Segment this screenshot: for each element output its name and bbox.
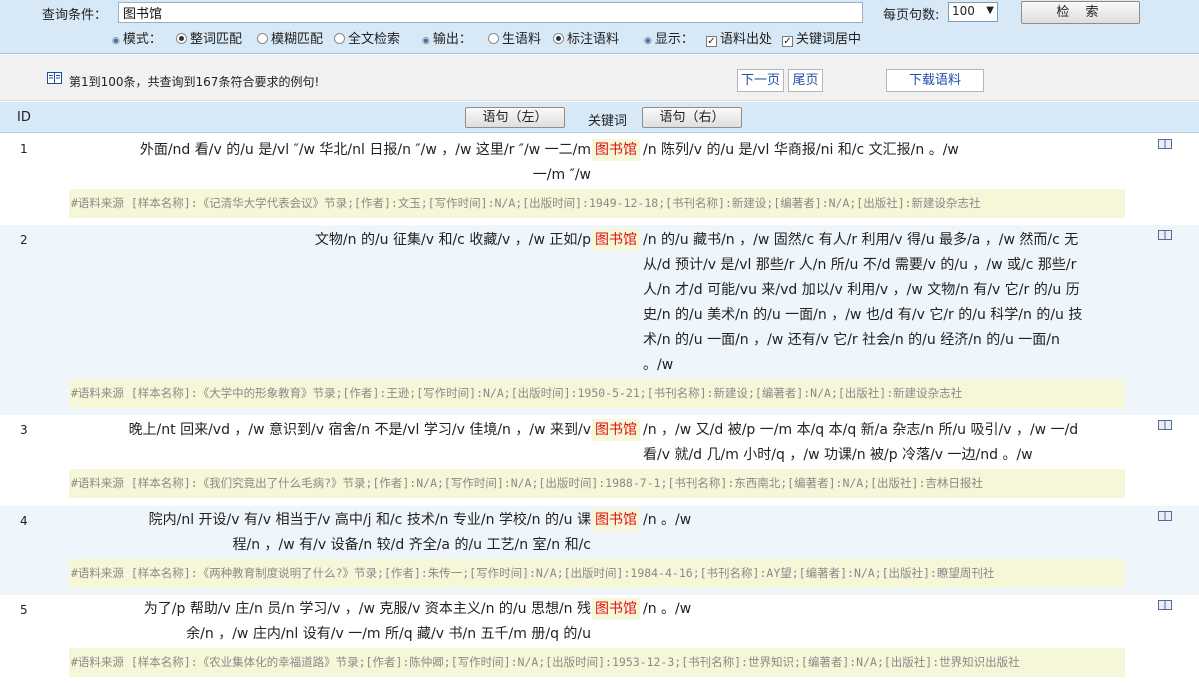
book-icon[interactable] [1158,419,1172,431]
source-info: #语料来源 [样本名称]:《两种教育制度说明了什么?》节录;[作者]:朱传一;[… [69,559,1125,588]
source-info: #语料来源 [样本名称]:《农业集体化的幸福道路》节录;[作者]:陈仲卿;[写作… [69,648,1125,677]
left-context-continuation: 一/m ″/w [532,167,591,183]
book-icon [47,72,62,84]
per-page-value: 100 [952,4,975,18]
right-context: /n 陈列/v 的/u 是/vl 华商报/ni 和/c 文汇报/n 。/w [643,138,959,163]
checkbox-icon[interactable]: ✓ [782,36,793,47]
left-context-line2: 程/n ，/w 有/v 设备/n 较/d 齐全/a 的/u 工艺/n 室/n 和… [232,537,591,553]
column-header-keyword: 关键词 [588,114,628,129]
right-context-line: 从/d 预计/v 是/vl 那些/r 人/n 所/u 不/d 需要/v 的/u … [643,257,1077,273]
left-context: 外面/nd 看/v 的/u 是/vl ″/w 华北/nl 日报/n ″/w ，/… [139,142,591,158]
display-option-source[interactable]: ✓ 语料出处 [706,28,772,47]
radio-icon[interactable] [257,33,268,44]
left-context: 文物/n 的/u 征集/v 和/c 收藏/v ，/w 正如/p [314,232,591,248]
right-context: /n 。/w [643,597,691,622]
right-context-line: 史/n 的/u 美术/n 的/u 一面/n ，/w 也/d 有/v 它/r 的/… [643,307,1083,323]
bullet-icon: ◉ [422,36,430,46]
display-option-center[interactable]: ✓ 关键词居中 [782,28,861,47]
radio-icon[interactable] [488,33,499,44]
keyword-highlight: 图书馆 [592,139,640,161]
keyword-highlight: 图书馆 [592,229,640,251]
sort-right-context-button[interactable]: 语句（右） [642,107,742,128]
row-id: 5 [20,603,28,617]
per-page-select[interactable]: 100 ▼ [948,2,998,22]
table-row: 1 外面/nd 看/v 的/u 是/vl ″/w 华北/nl 日报/n ″/w … [0,134,1199,225]
left-context-line2: 余/n ，/w 庄内/nl 设有/v 一/m 所/q 藏/v 书/n 五千/m … [186,626,591,642]
source-info: #语料来源 [样本名称]:《记清华大学代表会议》节录;[作者]:文玉;[写作时间… [69,189,1125,218]
chevron-down-icon: ▼ [986,5,994,16]
radio-icon[interactable] [176,33,187,44]
table-row: 3 晚上/nt 回来/vd ，/w 意识到/v 宿舍/n 不是/vl 学习/v … [0,415,1199,506]
right-context: /n 。/w [643,508,691,533]
output-option-tagged[interactable]: 标注语料 [553,28,619,47]
book-icon[interactable] [1158,138,1172,150]
query-input[interactable] [118,2,863,23]
mode-group-label: ◉ 模式： [112,32,162,47]
bullet-icon: ◉ [644,36,652,46]
sort-left-context-button[interactable]: 语句（左） [465,107,565,128]
row-id: 3 [20,423,28,437]
source-info: #语料来源 [样本名称]:《大学中的形象教育》节录;[作者]:王逊;[写作时间]… [69,379,1125,408]
download-corpus-button[interactable]: 下载语料 [886,69,984,92]
mode-option-fuzzy[interactable]: 模糊匹配 [257,28,323,47]
right-context-line: /n 陈列/v 的/u 是/vl 华商报/ni 和/c 文汇报/n 。/w [643,142,959,158]
right-context-line: /n 的/u 藏书/n ，/w 固然/c 有人/r 利用/v 得/u 最多/a … [643,232,1079,248]
keyword-highlight: 图书馆 [592,419,640,441]
mode-option-fulltext[interactable]: 全文检索 [334,28,400,47]
left-context: 为了/p 帮助/v 庄/n 员/n 学习/v ，/w 克服/v 资本主义/n 的… [143,601,591,617]
left-context: 晚上/nt 回来/vd ，/w 意识到/v 宿舍/n 不是/vl 学习/v 佳境… [128,422,591,438]
source-info: #语料来源 [样本名称]:《我们究竟出了什么毛病?》节录;[作者]:N/A;[写… [69,469,1125,498]
right-context-line: 术/n 的/u 一面/n ，/w 还有/v 它/r 社会/n 的/u 经济/n … [643,332,1060,348]
table-row: 5 为了/p 帮助/v 庄/n 员/n 学习/v ，/w 克服/v 资本主义/n… [0,595,1199,684]
row-id: 2 [20,233,28,247]
output-option-raw[interactable]: 生语料 [488,28,541,47]
radio-icon[interactable] [334,33,345,44]
table-row: 2 文物/n 的/u 征集/v 和/c 收藏/v ，/w 正如/p 图书馆 /n… [0,225,1199,415]
right-context-line: /n 。/w [643,512,692,528]
column-header-id: ID [17,110,31,125]
right-context: /n 的/u 藏书/n ，/w 固然/c 有人/r 利用/v 得/u 最多/a … [643,228,1082,378]
row-id: 1 [20,142,28,156]
next-page-button[interactable]: 下一页 [737,69,784,92]
search-button[interactable]: 检 索 [1021,1,1140,24]
output-group-label: ◉ 输出： [422,32,472,47]
result-info-bar: 第1到100条，共查询到167条符合要求的例句! 下一页 尾页 下载语料 [0,55,1199,101]
left-context: 院内/nl 开设/v 有/v 相当于/v 高中/j 和/c 技术/n 专业/n … [148,512,591,528]
query-label: 查询条件： [42,8,108,23]
table-header: ID 语句（左） 关键词 语句（右） [0,102,1199,133]
right-context-line: 。/w [643,357,674,373]
table-row: 4 院内/nl 开设/v 有/v 相当于/v 高中/j 和/c 技术/n 专业/… [0,506,1199,595]
display-group-label: ◉ 显示： [644,32,694,47]
last-page-button[interactable]: 尾页 [788,69,823,92]
right-context-line: /n 。/w [643,601,692,617]
mode-option-exact[interactable]: 整词匹配 [176,28,242,47]
right-context-line: 人/n 才/d 可能/vu 来/vd 加以/v 利用/v ，/w 文物/n 有/… [643,282,1080,298]
result-summary: 第1到100条，共查询到167条符合要求的例句! [69,75,320,89]
checkbox-icon[interactable]: ✓ [706,36,717,47]
right-context-line: 看/v 就/d 几/m 小时/q ，/w 功课/n 被/p 冷落/v 一边/nd… [643,447,1033,463]
query-panel: 查询条件： 每页句数: 100 ▼ 检 索 ◉模式： 整词匹配 模糊匹配 全文检… [0,0,1199,54]
book-icon[interactable] [1158,510,1172,522]
book-icon[interactable] [1158,599,1172,611]
keyword-highlight: 图书馆 [592,509,640,531]
keyword-highlight: 图书馆 [592,598,640,620]
radio-icon[interactable] [553,33,564,44]
row-id: 4 [20,514,28,528]
right-context-line: /n ，/w 又/d 被/p 一/m 本/q 本/q 新/a 杂志/n 所/u … [643,422,1079,438]
right-context: /n ，/w 又/d 被/p 一/m 本/q 本/q 新/a 杂志/n 所/u … [643,418,1078,468]
per-page-label: 每页句数: [883,8,940,23]
book-icon[interactable] [1158,229,1172,241]
bullet-icon: ◉ [112,36,120,46]
